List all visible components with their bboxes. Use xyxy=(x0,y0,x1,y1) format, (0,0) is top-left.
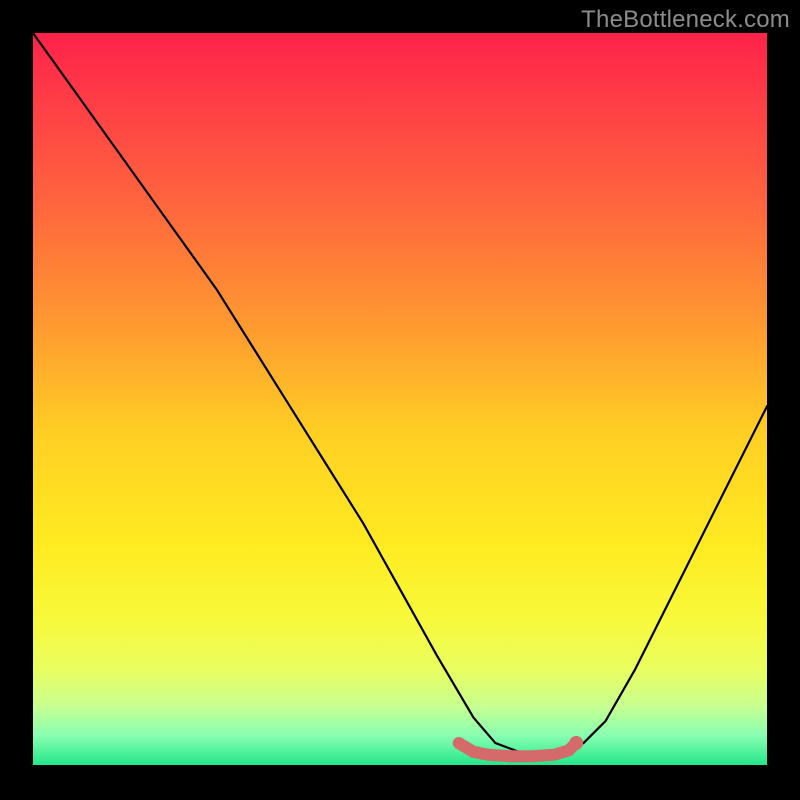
chart-svg xyxy=(33,33,767,765)
optimal-band xyxy=(459,743,576,756)
chart-wrapper: TheBottleneck.com xyxy=(0,0,800,800)
bottleneck-curve xyxy=(33,33,767,755)
optimal-point-marker xyxy=(569,736,583,750)
watermark-text: TheBottleneck.com xyxy=(581,6,790,34)
